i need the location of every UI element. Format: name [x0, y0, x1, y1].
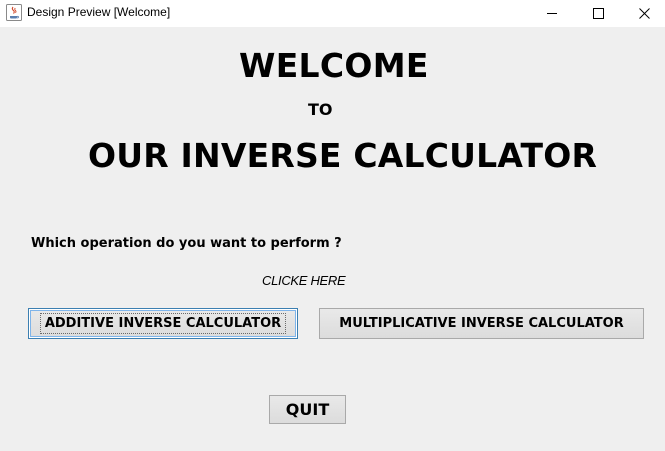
window-title: Design Preview [Welcome]: [27, 5, 171, 19]
close-icon: [638, 4, 650, 23]
additive-inverse-label: ADDITIVE INVERSE CALCULATOR: [39, 313, 287, 334]
click-here-hint: CLICKE HERE: [262, 273, 346, 288]
minimize-button[interactable]: [529, 0, 575, 27]
java-cup-icon: [6, 4, 22, 21]
quit-button[interactable]: QUIT: [269, 395, 346, 424]
maximize-icon: [592, 4, 604, 23]
calculator-heading: OUR INVERSE CALCULATOR: [88, 136, 598, 175]
operation-question: Which operation do you want to perform ?: [31, 236, 342, 251]
additive-inverse-button[interactable]: ADDITIVE INVERSE CALCULATOR: [28, 308, 298, 339]
quit-label: QUIT: [285, 400, 330, 419]
to-label: TO: [308, 100, 333, 119]
close-button[interactable]: [621, 0, 665, 27]
title-bar[interactable]: Design Preview [Welcome]: [0, 0, 665, 27]
maximize-button[interactable]: [575, 0, 621, 27]
multiplicative-inverse-label: MULTIPLICATIVE INVERSE CALCULATOR: [339, 316, 624, 331]
multiplicative-inverse-button[interactable]: MULTIPLICATIVE INVERSE CALCULATOR: [319, 308, 644, 339]
main-panel: WELCOME TO OUR INVERSE CALCULATOR Which …: [0, 27, 665, 451]
welcome-heading: WELCOME: [239, 46, 429, 85]
minimize-icon: [546, 4, 558, 23]
